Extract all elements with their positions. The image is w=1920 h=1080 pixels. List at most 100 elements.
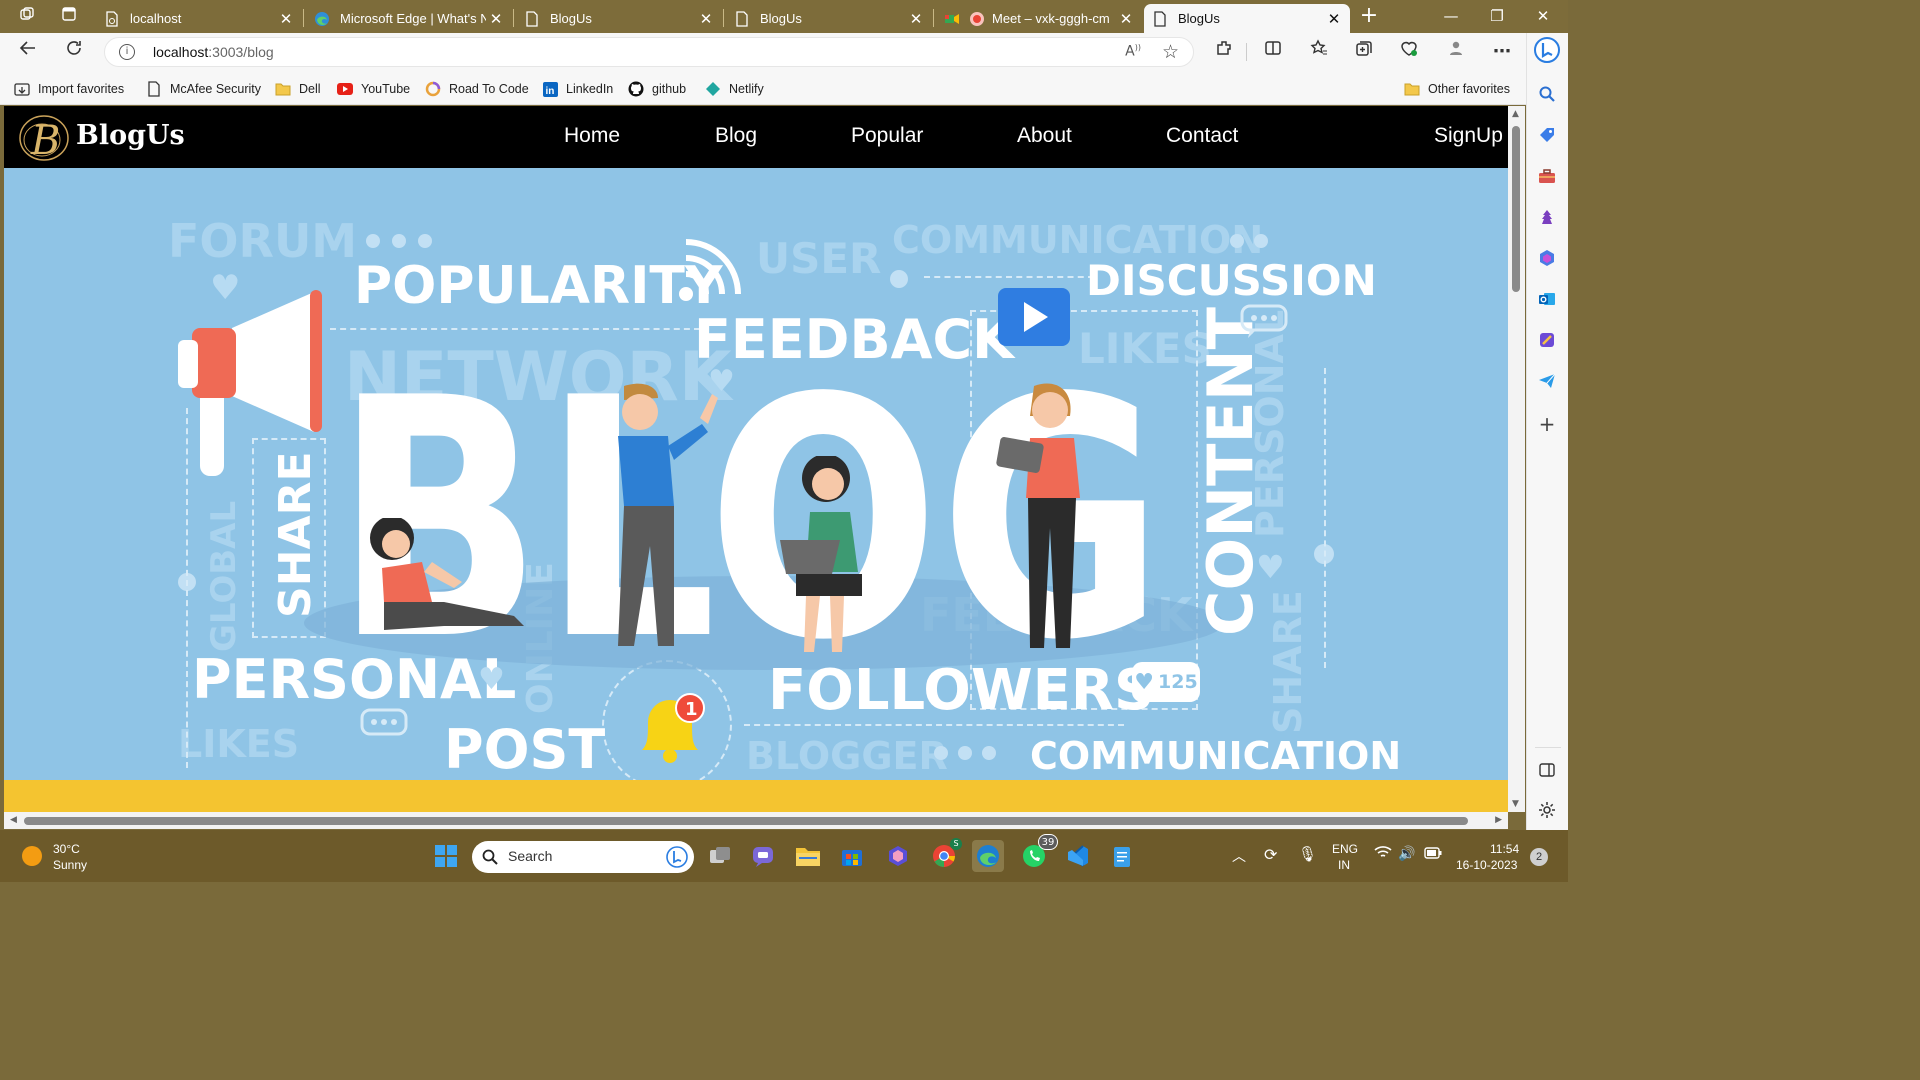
file-explorer-icon[interactable]: [792, 840, 824, 872]
clock-time[interactable]: 11:54: [1490, 842, 1519, 856]
games-icon[interactable]: [1536, 206, 1558, 228]
minimize-button[interactable]: —: [1428, 4, 1474, 28]
task-view-icon[interactable]: [704, 840, 736, 872]
refresh-button[interactable]: [60, 39, 88, 65]
nav-signup-link[interactable]: SignUp: [1434, 124, 1503, 148]
scroll-up-arrow-icon[interactable]: ▲: [1512, 109, 1519, 119]
nav-about-link[interactable]: About: [1017, 124, 1072, 148]
horizontal-scrollbar[interactable]: ◀ ▶: [4, 812, 1508, 829]
tab-edge-whats-new[interactable]: Microsoft Edge | What's New ✕: [306, 4, 512, 33]
tools-toolbox-icon[interactable]: [1536, 165, 1558, 187]
workspaces-icon[interactable]: [16, 6, 38, 26]
notification-count-badge[interactable]: 2: [1530, 848, 1548, 866]
whatsapp-icon[interactable]: 39: [1018, 834, 1058, 872]
teams-chat-icon[interactable]: [748, 840, 780, 872]
scroll-thumb[interactable]: [24, 817, 1468, 825]
microsoft-365-icon[interactable]: [1536, 247, 1558, 269]
windows-start-icon[interactable]: [430, 840, 462, 872]
language-bottom[interactable]: IN: [1338, 858, 1350, 872]
add-sidebar-app-button[interactable]: +: [1536, 412, 1558, 436]
close-icon[interactable]: ✕: [1116, 10, 1136, 28]
info-icon[interactable]: i: [119, 44, 135, 60]
address-bar[interactable]: i localhost:3003/blog A)) ☆: [104, 37, 1194, 67]
battery-icon[interactable]: [1424, 847, 1442, 862]
chrome-icon[interactable]: S: [928, 838, 962, 872]
new-tab-button[interactable]: +: [1358, 5, 1380, 27]
profile-icon[interactable]: [1442, 39, 1470, 65]
tab-blogus-active[interactable]: BlogUs ✕: [1144, 4, 1350, 33]
hide-sidebar-icon[interactable]: [1536, 759, 1558, 781]
wifi-icon[interactable]: [1374, 845, 1392, 862]
fav-dell[interactable]: Dell: [275, 79, 321, 99]
restore-button[interactable]: ❐: [1474, 4, 1520, 28]
send-telegram-icon[interactable]: [1536, 370, 1558, 392]
sync-icon[interactable]: ⟳: [1264, 845, 1277, 865]
site-logo-text[interactable]: BlogUs: [76, 120, 185, 151]
close-icon[interactable]: ✕: [486, 10, 506, 28]
split-screen-icon[interactable]: [1259, 39, 1287, 65]
close-window-button[interactable]: ✕: [1520, 4, 1566, 28]
back-button[interactable]: [14, 39, 42, 65]
close-icon[interactable]: ✕: [1324, 10, 1344, 28]
scroll-left-arrow-icon[interactable]: ◀: [10, 815, 17, 825]
search-icon[interactable]: [1536, 83, 1558, 105]
close-icon[interactable]: ✕: [696, 10, 716, 28]
fav-linkedin[interactable]: in LinkedIn: [542, 79, 613, 99]
search-placeholder: Search: [508, 848, 553, 864]
fav-youtube[interactable]: YouTube: [337, 79, 410, 99]
nav-popular-link[interactable]: Popular: [851, 124, 923, 148]
microsoft-store-icon[interactable]: [836, 840, 868, 872]
tab-actions-icon[interactable]: [58, 6, 80, 26]
favorites-icon[interactable]: [1305, 39, 1333, 65]
close-icon[interactable]: ✕: [906, 10, 926, 28]
url-text[interactable]: localhost:3003/blog: [153, 44, 274, 60]
volume-icon[interactable]: 🔊: [1398, 845, 1415, 862]
tab-meet[interactable]: Meet – vxk-gggh-cm ✕: [936, 4, 1142, 33]
nav-contact-link[interactable]: Contact: [1166, 124, 1238, 148]
word-share-right: SHARE: [1266, 590, 1310, 734]
fav-other-favorites[interactable]: Other favorites: [1404, 79, 1510, 99]
blogus-logo-icon[interactable]: B: [16, 110, 72, 166]
weather-desc[interactable]: Sunny: [53, 858, 87, 872]
outlook-icon[interactable]: [1536, 288, 1558, 310]
fav-road-to-code[interactable]: Road To Code: [425, 79, 529, 99]
clock-date[interactable]: 16-10-2023: [1456, 858, 1517, 872]
favorites-bar: Import favorites McAfee Security Dell Yo…: [0, 71, 1526, 105]
settings-more-icon[interactable]: ⋯: [1488, 39, 1516, 65]
clipchamp-icon[interactable]: [882, 840, 914, 872]
favorite-star-icon[interactable]: ☆: [1162, 41, 1179, 63]
nav-blog-link[interactable]: Blog: [715, 124, 757, 148]
designer-icon[interactable]: [1536, 329, 1558, 351]
read-aloud-icon[interactable]: A)): [1125, 43, 1141, 60]
nav-home-link[interactable]: Home: [564, 124, 620, 148]
scroll-down-arrow-icon[interactable]: ▼: [1512, 799, 1519, 809]
sidebar-settings-gear-icon[interactable]: [1536, 799, 1558, 821]
language-top[interactable]: ENG: [1332, 842, 1358, 856]
fav-netlify[interactable]: Netlify: [705, 79, 764, 99]
notepad-icon[interactable]: [1106, 840, 1138, 872]
microphone-icon[interactable]: 🎙: [1298, 845, 1317, 863]
scroll-right-arrow-icon[interactable]: ▶: [1495, 815, 1502, 825]
page-icon: [146, 81, 162, 97]
show-hidden-icons-icon[interactable]: ︿: [1232, 846, 1246, 866]
collections-icon[interactable]: [1350, 39, 1378, 65]
fav-mcafee[interactable]: McAfee Security: [146, 79, 261, 99]
extensions-icon[interactable]: [1210, 39, 1238, 65]
fav-github[interactable]: github: [628, 79, 686, 99]
tab-localhost[interactable]: localhost ✕: [96, 4, 302, 33]
weather-temp[interactable]: 30°C: [53, 842, 80, 856]
tab-blogus-2[interactable]: BlogUs ✕: [726, 4, 932, 33]
vertical-scrollbar[interactable]: ▲ ▼: [1508, 106, 1525, 812]
taskbar-search-box[interactable]: Search: [472, 841, 694, 873]
fav-import[interactable]: Import favorites: [14, 79, 124, 99]
shopping-tag-icon[interactable]: [1536, 124, 1558, 146]
windows-taskbar: 30°C Sunny Search S 39 ︿ ⟳ 🎙 ENG IN 🔊 11…: [0, 830, 1568, 882]
close-icon[interactable]: ✕: [276, 10, 296, 28]
vscode-icon[interactable]: [1062, 840, 1094, 872]
browser-essentials-icon[interactable]: [1395, 39, 1423, 65]
sun-weather-icon[interactable]: [22, 846, 42, 866]
scroll-thumb[interactable]: [1512, 126, 1520, 292]
edge-taskbar-icon[interactable]: [972, 840, 1004, 872]
tab-blogus-1[interactable]: BlogUs ✕: [516, 4, 722, 33]
bing-copilot-icon[interactable]: [1534, 37, 1560, 63]
